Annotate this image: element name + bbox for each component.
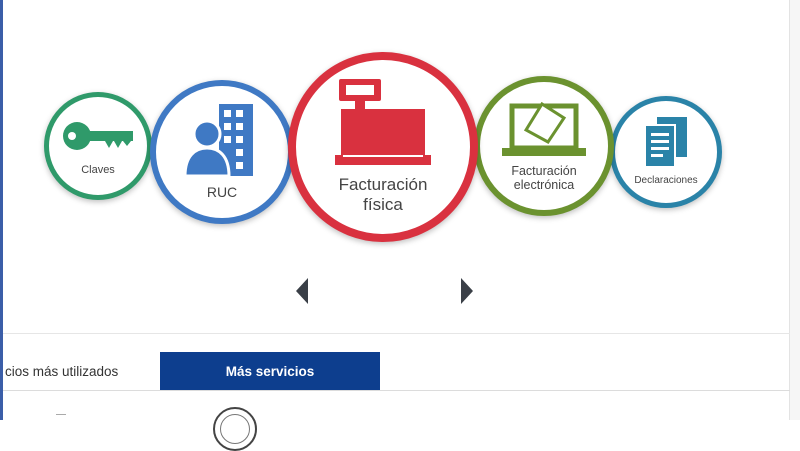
section-divider (3, 333, 790, 334)
service-ruc-label: RUC (206, 183, 238, 200)
service-declaraciones-label: Declaraciones (634, 175, 698, 187)
tab-mas-servicios[interactable]: Más servicios (160, 352, 380, 390)
partial-circle-icon (213, 407, 257, 451)
documents-icon (643, 117, 689, 169)
cash-register-icon (335, 79, 431, 167)
service-facturacion-fisica-label: Facturación física (339, 175, 428, 214)
label-line: electrónica (513, 178, 575, 192)
service-facturacion-electronica-label: Facturación electrónica (511, 164, 576, 193)
carousel-next-arrow-icon[interactable] (461, 278, 473, 304)
label-line: Facturación (511, 163, 577, 178)
partial-icon-top (56, 414, 66, 418)
tab-servicios-mas-utilizados[interactable]: cios más utilizados (3, 352, 162, 390)
carousel-prev-arrow-icon[interactable] (296, 278, 308, 304)
service-claves-button[interactable]: Claves (44, 92, 152, 200)
service-facturacion-electronica-button[interactable]: Facturación electrónica (474, 76, 614, 216)
service-declaraciones-button[interactable]: Declaraciones (610, 96, 722, 208)
service-claves-label: Claves (81, 163, 115, 176)
label-line: Facturación (338, 175, 428, 195)
key-icon (61, 116, 135, 156)
label-line: física (363, 195, 403, 214)
service-facturacion-fisica-button[interactable]: Facturación física (288, 52, 478, 242)
service-ruc-button[interactable]: RUC (150, 80, 294, 224)
user-building-icon (183, 103, 261, 178)
laptop-invoice-icon (502, 100, 586, 160)
tabs-underline (3, 390, 790, 391)
services-carousel: Claves RUC Facturación física Facturació… (0, 0, 800, 330)
